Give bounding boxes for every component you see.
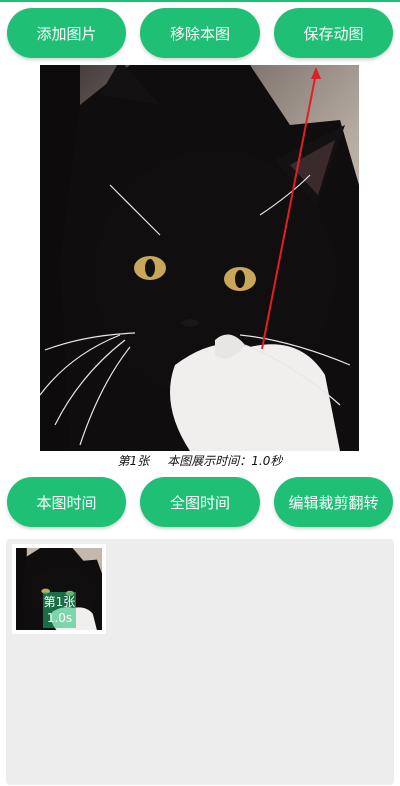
remove-image-button[interactable]: 移除本图 bbox=[140, 8, 260, 58]
preview-image bbox=[40, 65, 359, 451]
frame-duration-text: 本图展示时间：1.0秒 bbox=[167, 454, 283, 468]
preview-caption: 第1张 本图展示时间：1.0秒 bbox=[0, 452, 400, 470]
cat-photo bbox=[40, 65, 359, 451]
add-image-button[interactable]: 添加图片 bbox=[7, 8, 126, 58]
top-accent-line bbox=[0, 0, 400, 2]
thumbnail-image: 第1张 1.0s bbox=[16, 548, 102, 630]
save-animation-button[interactable]: 保存动图 bbox=[274, 8, 393, 58]
edit-crop-flip-button[interactable]: 编辑裁剪翻转 bbox=[274, 477, 393, 527]
thumbnail-panel: 第1张 1.0s bbox=[6, 539, 394, 785]
thumbnail-badge: 第1张 1.0s bbox=[43, 592, 76, 628]
all-frames-time-button[interactable]: 全图时间 bbox=[140, 477, 260, 527]
frame-time-button[interactable]: 本图时间 bbox=[7, 477, 126, 527]
thumbnail-frame-label: 第1张 bbox=[43, 595, 76, 609]
thumbnail-duration: 1.0s bbox=[46, 611, 73, 625]
frame-label: 第1张 bbox=[117, 454, 150, 468]
thumbnail-item[interactable]: 第1张 1.0s bbox=[12, 544, 106, 634]
